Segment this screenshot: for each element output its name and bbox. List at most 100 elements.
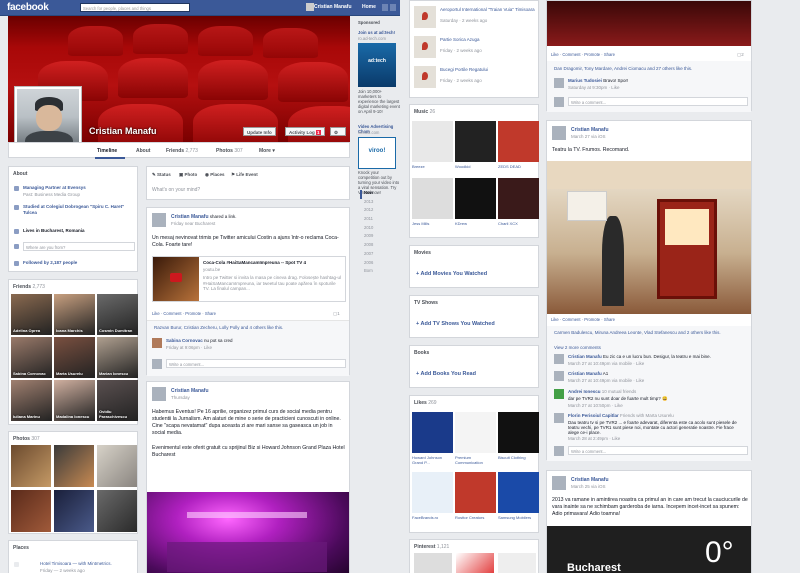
gear-icon[interactable]: ⚙ — [330, 127, 346, 136]
friend-thumb[interactable]: Marta Usurelu — [54, 337, 95, 378]
post-image[interactable] — [147, 492, 349, 573]
pin-thumb[interactable] — [456, 553, 494, 573]
tab-more[interactable]: More ▾ — [259, 148, 275, 154]
ad-url[interactable]: ro.ad-tech.com — [358, 36, 386, 41]
photo-thumb[interactable] — [11, 490, 51, 532]
friend-thumb[interactable]: Iuliana Marinu — [11, 380, 52, 421]
avatar[interactable] — [552, 476, 566, 490]
post-likes[interactable]: Carmen Badulescu, Miruna Andreea Leonte,… — [554, 330, 721, 335]
post-likes[interactable]: Dan Dragomir, Tony Mardare, Andrei Cioma… — [554, 66, 692, 71]
composer-tab-status[interactable]: ✎ Status — [152, 172, 171, 178]
year-link[interactable]: 2013 — [360, 199, 398, 208]
like-name[interactable]: Howard Johnson Grand P... — [412, 455, 453, 465]
like-name[interactable]: Rosttor Creators — [455, 515, 496, 520]
tab-timeline[interactable]: Timeline — [97, 148, 117, 154]
like-thumb[interactable] — [498, 472, 539, 513]
music-thumb[interactable] — [412, 121, 453, 162]
friends-title[interactable]: Friends 2,773 — [13, 284, 45, 290]
avatar[interactable] — [554, 371, 564, 381]
like-thumb[interactable] — [412, 412, 453, 453]
friends-icon[interactable] — [382, 4, 388, 11]
commenter-name[interactable]: Florin Perisoiul Capitlar — [568, 413, 619, 418]
post-image[interactable] — [547, 161, 751, 314]
like-name[interactable]: Biscuit Clothing — [498, 455, 539, 460]
add-books-link[interactable]: + Add Books You Read — [416, 371, 476, 377]
friend-thumb[interactable]: Marian Ionescu — [97, 337, 138, 378]
friend-thumb[interactable]: Adelina Oprea — [11, 294, 52, 335]
post-author[interactable]: Cristian Manafu — [571, 127, 609, 133]
comment-time[interactable]: March 27 at 10:49pm via mobile · Like — [568, 378, 644, 383]
post-time[interactable]: March 25 via iOS — [571, 484, 606, 489]
year-link[interactable]: 2006 — [360, 260, 398, 269]
comment-time[interactable]: March 27 at 10:50pm · Like — [568, 403, 623, 408]
photos-title[interactable]: Photos 307 — [13, 436, 40, 442]
ad-title[interactable]: Join us at ad:tech! — [358, 30, 400, 35]
link-preview[interactable]: Coca-Cola #HaiSaMancamImpreuna -- Spot T… — [152, 256, 346, 302]
tab-friends[interactable]: Friends 2,773 — [166, 148, 198, 154]
comment-input[interactable]: Write a comment... — [568, 446, 748, 455]
post-author[interactable]: Cristian Manafu — [171, 214, 209, 220]
year-link[interactable]: 2011 — [360, 216, 398, 225]
music-thumb[interactable] — [455, 121, 496, 162]
comment-time[interactable]: March 28 at 2:49pm · Like — [568, 436, 620, 441]
post-time[interactable]: Friday near Bucharest — [171, 221, 215, 226]
place-name[interactable]: Partie Sorica Azuga — [440, 37, 536, 42]
hometown-input[interactable]: Where are you from? — [23, 242, 135, 251]
friend-thumb[interactable]: Cosmin Dumitran — [97, 294, 138, 335]
commenter-name[interactable]: Andrei Ionescu — [568, 389, 601, 394]
comment-time[interactable]: Saturday at 9:30pm · Like — [568, 85, 620, 90]
music-title[interactable]: Music 26 — [414, 109, 435, 115]
avatar[interactable] — [554, 389, 564, 399]
map-thumb[interactable] — [414, 6, 436, 28]
comment-count[interactable]: ▢1 — [333, 311, 340, 317]
map-thumb[interactable] — [414, 36, 436, 58]
comment-input[interactable]: Write a comment... — [568, 97, 748, 106]
photo-thumb[interactable] — [54, 490, 94, 532]
post-actions[interactable]: Like · Comment · Promote · Share — [551, 52, 615, 57]
post-image[interactable]: Bucharest 0° — [547, 526, 751, 573]
commenter-name[interactable]: Marius Tudosiei — [568, 78, 602, 83]
music-thumb[interactable] — [412, 178, 453, 219]
activity-log-button[interactable]: Activity Log 1 — [285, 127, 325, 136]
post-author[interactable]: Cristian Manafu — [171, 388, 209, 394]
commenter-name[interactable]: Cristian Manafu — [568, 354, 602, 359]
music-thumb[interactable] — [455, 178, 496, 219]
composer-tab-life-event[interactable]: ⚑ Life Event — [231, 172, 258, 178]
comment-input[interactable]: Write a comment... — [166, 359, 346, 368]
year-link[interactable]: Born — [360, 268, 398, 277]
books-title[interactable]: Books — [414, 350, 429, 356]
avatar[interactable] — [306, 3, 314, 11]
pinterest-title[interactable]: Pinterest 1,121 — [414, 544, 449, 550]
like-name[interactable]: FaceBrands.ro — [412, 515, 453, 520]
post-time[interactable]: Thursday — [171, 395, 190, 400]
music-name[interactable]: KDrew — [455, 221, 467, 226]
pin-thumb[interactable] — [498, 553, 536, 573]
ad-image[interactable]: viroo! — [358, 137, 396, 169]
messages-icon[interactable] — [390, 4, 396, 11]
avatar[interactable] — [152, 387, 166, 401]
year-link[interactable]: 2008 — [360, 242, 398, 251]
tab-about[interactable]: About — [136, 148, 150, 154]
home-link[interactable]: Home — [362, 4, 376, 10]
friend-thumb[interactable]: Ovidiu Paraschivescu — [97, 380, 138, 421]
post-likes[interactable]: Razvan Burur, Cristian Zecheru, Lolly Po… — [154, 325, 283, 330]
work-link[interactable]: Managing Partner at Evensys — [23, 185, 86, 190]
update-info-button[interactable]: Update Info — [243, 127, 276, 136]
year-link[interactable]: 2012 — [360, 207, 398, 216]
year-link[interactable]: 2007 — [360, 251, 398, 260]
video-thumb[interactable] — [153, 257, 199, 301]
music-name[interactable]: Woodkid — [455, 164, 471, 169]
year-link[interactable]: Now — [360, 190, 398, 199]
composer-input[interactable]: What's on your mind? — [152, 187, 200, 193]
view-more-comments[interactable]: View 2 more comments — [554, 345, 601, 350]
post-actions[interactable]: Like · Comment · Promote · Share — [152, 311, 216, 316]
commenter-name[interactable]: Sabina Cornovac — [166, 338, 203, 343]
comment-count[interactable]: ▢2 — [737, 52, 744, 58]
music-name[interactable]: ZEDS DEAD — [498, 164, 521, 169]
like-thumb[interactable] — [455, 412, 496, 453]
ad-url[interactable]: viroool.com — [358, 130, 379, 135]
composer-tab-places[interactable]: ◉ Places — [205, 172, 224, 178]
avatar[interactable] — [554, 78, 564, 88]
study-link[interactable]: Studied at Colegiul Dobrogean "Spiru C. … — [23, 204, 135, 216]
year-link[interactable]: 2009 — [360, 233, 398, 242]
